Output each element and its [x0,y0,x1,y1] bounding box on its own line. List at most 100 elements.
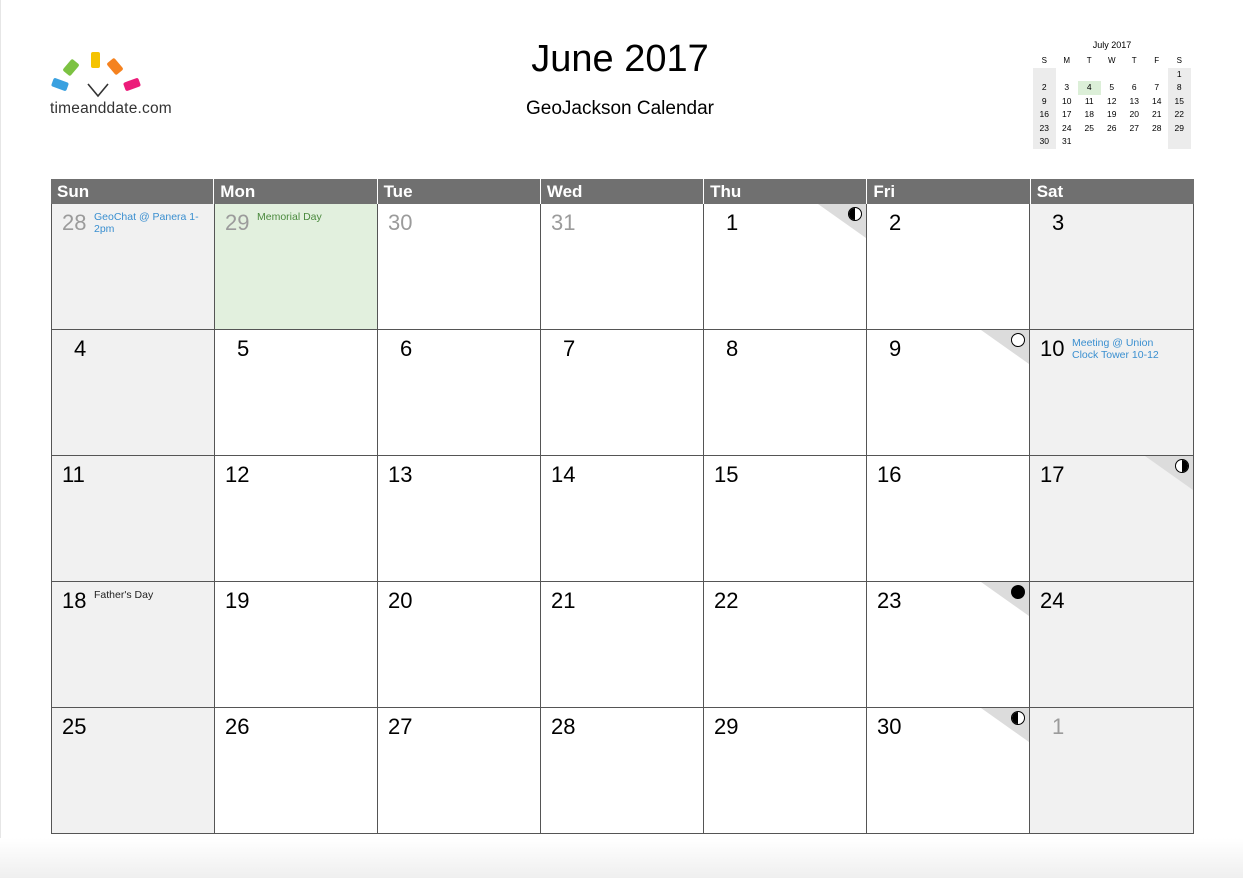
day-cell[interactable]: 10 Meeting @ Union Clock Tower 10-12 [1030,330,1193,455]
mini-day-cell[interactable]: 26 [1101,122,1124,136]
mini-day-cell[interactable]: 19 [1101,108,1124,122]
mini-weekday-label: S [1176,56,1182,65]
weekday-header-sun: Sun [51,179,215,204]
mini-week-row: 16 17 18 19 20 21 22 [1033,108,1191,122]
day-cell[interactable]: 4 [52,330,215,455]
mini-day-cell[interactable]: 12 [1101,95,1124,109]
mini-day-cell[interactable]: 28 [1146,122,1169,136]
day-cell[interactable]: 13 [378,456,541,581]
page-edge [0,0,1,878]
day-cell[interactable]: 12 [215,456,378,581]
calendar-event[interactable]: Memorial Day [257,211,367,223]
mini-day-cell[interactable]: 25 [1078,122,1101,136]
mini-day-cell[interactable]: 31 [1056,135,1079,149]
day-number: 7 [563,336,576,361]
day-cell[interactable]: 14 [541,456,704,581]
day-number: 30 [877,714,902,739]
mini-day-cell[interactable]: 17 [1056,108,1079,122]
weekday-header-thu: Thu [704,179,868,204]
mini-day-cell[interactable]: 20 [1123,108,1146,122]
mini-day-cell[interactable]: 14 [1146,95,1169,109]
timeanddate-logo[interactable]: timeanddate.com [48,48,188,128]
day-number: 30 [388,210,413,235]
day-cell[interactable]: 18 Father's Day [52,582,215,707]
day-cell[interactable]: 8 [704,330,867,455]
day-cell[interactable]: 23 [867,582,1030,707]
page-bottom-shadow [0,838,1243,878]
mini-week-row: 30 31 [1033,135,1191,149]
day-number: 2 [889,210,902,235]
day-cell[interactable]: 28 GeoChat @ Panera 1-2pm [52,204,215,329]
day-number: 18 [62,588,87,613]
mini-day-cell[interactable]: 22 [1168,108,1191,122]
mini-calendar-grid: 1 2 3 4 5 6 7 8 9 10 11 12 13 14 15 16 17 18 19 20 21 22 23 24 2… [1033,67,1191,149]
mini-calendar-title: July 2017 [1092,40,1132,50]
mini-day-cell[interactable]: 13 [1123,95,1146,109]
day-cell[interactable]: 2 [867,204,1030,329]
day-cell[interactable]: 6 [378,330,541,455]
day-cell[interactable]: 29 [704,708,867,833]
day-cell[interactable]: 15 [704,456,867,581]
day-cell[interactable]: 17 [1030,456,1193,581]
calendar-event[interactable]: GeoChat @ Panera 1-2pm [94,211,204,235]
day-cell[interactable]: 25 [52,708,215,833]
day-cell[interactable]: 29 Memorial Day [215,204,378,329]
mini-day-cell[interactable]: 15 [1168,94,1191,108]
day-cell[interactable]: 11 [52,456,215,581]
weekday-header-row: Sun Mon Tue Wed Thu Fri Sat [51,179,1194,204]
day-cell[interactable]: 22 [704,582,867,707]
day-cell[interactable]: 26 [215,708,378,833]
mini-day-cell[interactable]: 10 [1056,95,1079,109]
day-cell[interactable]: 5 [215,330,378,455]
mini-day-cell[interactable]: 2 [1033,81,1056,95]
day-cell[interactable]: 30 [378,204,541,329]
day-cell[interactable]: 31 [541,204,704,329]
mini-day-cell[interactable]: 16 [1033,108,1056,122]
mini-day-cell[interactable]: 18 [1078,108,1101,122]
mini-day-cell[interactable]: 23 [1033,121,1056,135]
day-cell[interactable]: 30 [867,708,1030,833]
mini-day-cell[interactable]: 8 [1168,81,1191,95]
mini-day-cell[interactable]: 6 [1123,81,1146,95]
mini-day-cell[interactable]: 27 [1123,122,1146,136]
calendar-event[interactable]: Meeting @ Union Clock Tower 10-12 [1072,337,1182,361]
day-number: 20 [388,588,413,613]
day-number: 22 [714,588,739,613]
day-cell[interactable]: 3 [1030,204,1193,329]
day-cell[interactable]: 9 [867,330,1030,455]
mini-day-cell[interactable]: 9 [1033,94,1056,108]
calendar-event[interactable]: Father's Day [94,589,204,601]
calendar-body: 28 GeoChat @ Panera 1-2pm 29 Memorial Day 30… [51,204,1194,834]
day-number: 29 [714,714,739,739]
day-cell[interactable]: 7 [541,330,704,455]
day-number: 21 [551,588,576,613]
day-cell[interactable]: 19 [215,582,378,707]
mini-day-cell[interactable]: 1 [1168,67,1191,81]
day-cell[interactable]: 1 [1030,708,1193,833]
week-row: 4 5 6 7 8 9 10 Meeting @ Union Clock Tower 10-1… [52,329,1193,455]
mini-day-cell[interactable]: 11 [1078,95,1101,109]
day-cell[interactable]: 1 [704,204,867,329]
mini-day-cell[interactable]: 7 [1146,81,1169,95]
day-number: 27 [388,714,413,739]
mini-day-cell[interactable]: 24 [1056,122,1079,136]
day-number: 13 [388,462,413,487]
day-cell[interactable]: 27 [378,708,541,833]
day-cell[interactable]: 16 [867,456,1030,581]
day-number: 26 [225,714,250,739]
mini-day-cell[interactable]: 21 [1146,108,1169,122]
day-cell[interactable]: 21 [541,582,704,707]
day-number: 31 [551,210,576,235]
mini-calendar-next-month: July 2017 SMTWTFS 1 2 3 4 5 6 7 8 9 10 11 12 13 14 15 1… [1033,38,1191,149]
day-cell[interactable]: 24 [1030,582,1193,707]
mini-day-cell [1123,135,1146,149]
mini-day-cell[interactable]: 4 [1078,81,1101,95]
weekday-header-wed: Wed [541,179,705,204]
mini-day-cell[interactable]: 29 [1168,121,1191,135]
day-number: 3 [1052,210,1065,235]
mini-day-cell[interactable]: 5 [1101,81,1124,95]
mini-day-cell[interactable]: 3 [1056,81,1079,95]
day-cell[interactable]: 28 [541,708,704,833]
mini-day-cell[interactable]: 30 [1033,135,1056,149]
day-cell[interactable]: 20 [378,582,541,707]
